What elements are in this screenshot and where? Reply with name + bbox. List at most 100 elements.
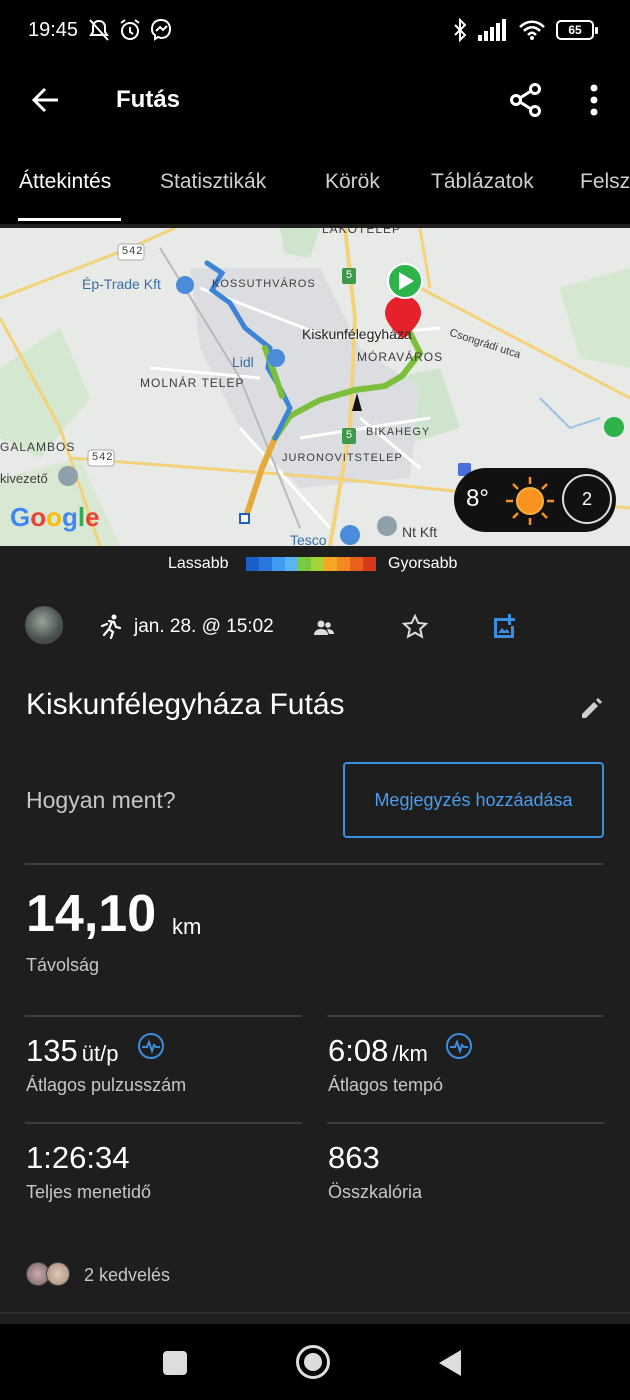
legend-slow-label: Lassabb bbox=[168, 555, 229, 572]
map-label-galambos: GALAMBOS bbox=[0, 440, 76, 454]
distance-value: 14,10 bbox=[26, 885, 157, 943]
home-button[interactable] bbox=[296, 1345, 330, 1379]
pace-value: 6:08 bbox=[328, 1033, 389, 1068]
wifi-icon bbox=[519, 20, 545, 40]
wind-speed: 2 bbox=[581, 489, 592, 509]
heart-rate-value-group: 135 üt/p bbox=[26, 1033, 118, 1069]
tab-statistics[interactable]: Statisztikák bbox=[160, 170, 266, 194]
activity-datetime: jan. 28. @ 15:02 bbox=[134, 616, 274, 637]
pace-color-swatch bbox=[363, 557, 376, 571]
people-icon[interactable] bbox=[312, 616, 336, 640]
divider bbox=[327, 1015, 604, 1017]
tab-charts[interactable]: Táblázatok bbox=[431, 170, 534, 194]
tab-overview[interactable]: Áttekintés bbox=[19, 170, 111, 194]
heart-rate-zone-icon[interactable] bbox=[137, 1032, 165, 1060]
tab-laps[interactable]: Körök bbox=[325, 170, 380, 194]
map-label-kossuthvaros: KOSSUTHVÁROS bbox=[212, 278, 316, 290]
map-label-road-542: 542 bbox=[122, 245, 144, 257]
map-label-kivezeto: kivezető bbox=[0, 471, 48, 486]
pace-color-scale bbox=[246, 557, 376, 571]
pace-zone-icon[interactable] bbox=[445, 1032, 473, 1060]
calories-label: Összkalória bbox=[328, 1182, 423, 1202]
tab-active-indicator bbox=[18, 218, 121, 221]
app-bar: Futás bbox=[0, 62, 630, 138]
pace-color-swatch bbox=[272, 557, 285, 571]
google-logo: Google bbox=[10, 502, 100, 532]
distance-unit: km bbox=[172, 914, 202, 939]
route-map[interactable]: LAKÓTELEP 542 Ép-Trade Kft KOSSUTHVÁROS … bbox=[0, 228, 630, 546]
activity-info-row: jan. 28. @ 15:02 bbox=[0, 596, 630, 660]
map-label-moravaros: MÓRAVÁROS bbox=[357, 350, 444, 364]
map-label-lakotelep: LAKÓTELEP bbox=[322, 228, 402, 236]
battery-icon: 65 bbox=[556, 20, 598, 40]
divider bbox=[25, 863, 604, 865]
heart-rate-value: 135 bbox=[26, 1033, 78, 1068]
status-left-icons bbox=[88, 18, 172, 42]
activity-title: Kiskunfélegyháza Futás bbox=[26, 688, 345, 721]
heart-rate-label: Átlagos pulzusszám bbox=[26, 1075, 187, 1095]
map-label-nt-kft: Nt Kft bbox=[402, 524, 438, 540]
divider bbox=[0, 1312, 630, 1314]
distance-label: Távolság bbox=[26, 955, 100, 975]
total-time-value: 1:26:34 bbox=[26, 1140, 130, 1175]
feel-question: Hogyan ment? bbox=[26, 787, 176, 813]
pace-unit: /km bbox=[392, 1041, 428, 1066]
page-title: Futás bbox=[116, 86, 181, 113]
calories-value: 863 bbox=[328, 1140, 380, 1175]
map-label-juronovits: JURONOVITSTELEP bbox=[282, 452, 403, 464]
back-arrow-icon[interactable] bbox=[26, 80, 66, 120]
recents-button[interactable] bbox=[163, 1351, 187, 1375]
bluetooth-icon bbox=[454, 18, 467, 42]
likes-avatars[interactable] bbox=[26, 1262, 72, 1288]
wind-direction-icon: 2 bbox=[562, 474, 612, 524]
weather-badge: 8° 2 bbox=[454, 468, 616, 532]
pace-color-swatch bbox=[337, 557, 350, 571]
alarm-icon bbox=[120, 19, 140, 40]
pace-color-swatch bbox=[350, 557, 363, 571]
mute-bell-icon bbox=[89, 19, 109, 41]
status-time: 19:45 bbox=[28, 19, 79, 41]
add-note-button[interactable]: Megjegyzés hozzáadása bbox=[343, 762, 604, 838]
map-label-city: Kiskunfélegyháza bbox=[302, 326, 412, 342]
map-label-molnar-telep: MOLNÁR TELEP bbox=[140, 376, 245, 390]
map-label-bikahegy: BIKAHEGY bbox=[366, 426, 431, 438]
divider bbox=[25, 1122, 302, 1124]
divider bbox=[327, 1122, 604, 1124]
pace-color-swatch bbox=[298, 557, 311, 571]
signal-icon bbox=[478, 19, 506, 41]
weather-temperature: 8° bbox=[466, 485, 489, 512]
edit-pencil-icon[interactable] bbox=[578, 696, 604, 722]
pace-color-swatch bbox=[285, 557, 298, 571]
avatar[interactable] bbox=[25, 606, 63, 644]
divider bbox=[25, 1015, 302, 1017]
legend-fast-label: Gyorsabb bbox=[388, 555, 458, 572]
tab-bar: Áttekintés Statisztikák Körök Táblázatok… bbox=[0, 138, 630, 224]
add-photo-icon[interactable] bbox=[490, 612, 518, 640]
map-label-ep-trade: Ép-Trade Kft bbox=[82, 276, 161, 292]
likes-count[interactable]: 2 kedvelés bbox=[84, 1265, 170, 1286]
back-triangle-icon[interactable] bbox=[437, 1348, 463, 1378]
pace-color-swatch bbox=[311, 557, 324, 571]
pace-legend: Lassabb Gyorsabb bbox=[0, 546, 630, 582]
sun-icon bbox=[506, 477, 554, 525]
pace-value-group: 6:08/km bbox=[328, 1033, 428, 1069]
running-icon bbox=[100, 614, 122, 639]
tab-more[interactable]: Felsz bbox=[580, 170, 630, 194]
star-icon[interactable] bbox=[401, 613, 429, 641]
heart-rate-unit: üt/p bbox=[81, 1041, 119, 1066]
map-label-road-5: 5 bbox=[346, 269, 354, 281]
total-time-label: Teljes menetidő bbox=[26, 1182, 152, 1202]
messenger-icon bbox=[150, 18, 172, 41]
pace-color-swatch bbox=[246, 557, 259, 571]
status-bar: 19:45 65 bbox=[0, 0, 630, 62]
map-label-lidl: Lidl bbox=[232, 354, 254, 370]
pace-color-swatch bbox=[324, 557, 337, 571]
map-label-tesco: Tesco bbox=[290, 532, 327, 546]
status-right-icons: 65 bbox=[452, 18, 598, 42]
avatar bbox=[46, 1262, 70, 1286]
pace-label: Átlagos tempó bbox=[328, 1075, 444, 1095]
more-vert-icon[interactable] bbox=[578, 80, 610, 120]
map-label-road-542-b: 542 bbox=[92, 451, 114, 463]
pace-color-swatch bbox=[259, 557, 272, 571]
share-icon[interactable] bbox=[506, 80, 546, 120]
